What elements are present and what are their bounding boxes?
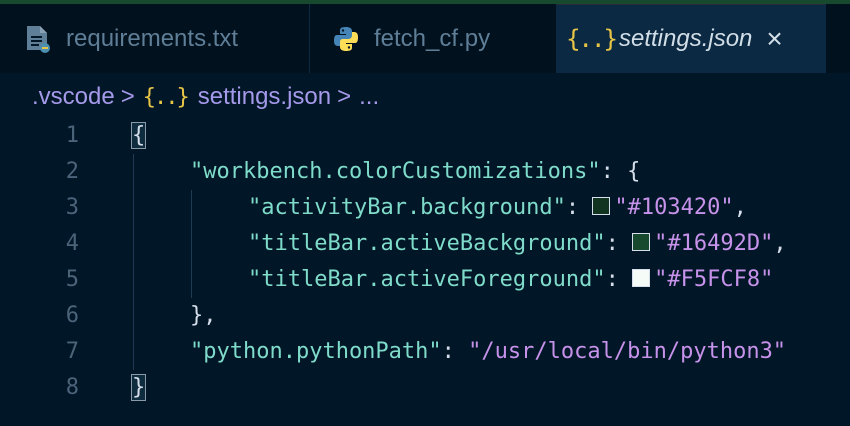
code-line: 5 "titleBar.activeForeground": "#F5FCF8": [0, 262, 850, 298]
line-number: 1: [65, 123, 79, 148]
json-punct: :: [605, 231, 633, 256]
breadcrumb-more[interactable]: ...: [359, 83, 379, 111]
breadcrumb-file[interactable]: settings.json: [198, 83, 331, 111]
line-number: 2: [65, 159, 79, 184]
json-punct: :: [565, 195, 593, 220]
code-line: 1 {: [0, 118, 850, 154]
json-key: "activityBar.background": [248, 195, 566, 220]
text-file-icon: [24, 24, 52, 54]
breadcrumb-folder[interactable]: .vscode: [32, 83, 115, 111]
json-key: "workbench.colorCustomizations": [190, 159, 601, 184]
line-number: 8: [65, 375, 79, 400]
tab-settings-json[interactable]: {..} settings.json ×: [557, 4, 826, 73]
open-brace: {: [130, 122, 147, 149]
close-icon[interactable]: ×: [766, 25, 782, 53]
tab-requirements-txt[interactable]: requirements.txt: [0, 4, 310, 73]
json-punct: },: [190, 303, 217, 328]
chevron-right-icon: >: [120, 83, 135, 110]
code-line: 7 "python.pythonPath": "/usr/local/bin/p…: [0, 334, 850, 370]
breadcrumb: .vscode > {..} settings.json > ...: [0, 73, 850, 121]
tab-fetch-cf-py[interactable]: fetch_cf.py: [310, 4, 557, 73]
code-line: 8 }: [0, 370, 850, 406]
json-key: "python.pythonPath": [190, 339, 442, 364]
chevron-right-icon: >: [337, 83, 352, 110]
json-punct: ,: [733, 195, 747, 220]
line-number: 5: [65, 267, 79, 292]
json-punct: :: [441, 339, 469, 364]
json-string: "#F5FCF8": [654, 267, 774, 292]
tab-bar: requirements.txt fetch_cf.py {..} settin…: [0, 4, 850, 73]
json-key: "titleBar.activeBackground": [248, 231, 606, 256]
json-brace-icon: {..}: [142, 84, 190, 110]
json-string: "#103420": [614, 195, 734, 220]
code-line: 4 "titleBar.activeBackground": "#16492D"…: [0, 226, 850, 262]
json-key: "titleBar.activeForeground": [248, 267, 606, 292]
line-number: 3: [65, 195, 79, 220]
color-swatch[interactable]: [632, 269, 651, 287]
json-punct: : {: [600, 159, 641, 184]
tab-label: fetch_cf.py: [374, 24, 491, 52]
code-line: 3 "activityBar.background": "#103420",: [0, 190, 850, 226]
close-brace: }: [130, 374, 147, 401]
tab-label: requirements.txt: [66, 24, 239, 52]
color-swatch[interactable]: [632, 233, 651, 251]
code-line: 6 },: [0, 298, 850, 334]
code-editor[interactable]: 1 { 2 "workbench.colorCustomizations": {…: [0, 118, 850, 426]
json-punct: ,: [773, 231, 787, 256]
json-string: "#16492D": [654, 231, 774, 256]
color-swatch[interactable]: [592, 197, 611, 215]
tab-label: settings.json: [619, 25, 753, 52]
line-number: 6: [65, 303, 79, 328]
json-brace-icon: {..}: [566, 25, 618, 53]
json-punct: :: [605, 267, 633, 292]
line-number: 4: [65, 231, 79, 256]
python-icon: [332, 24, 360, 54]
line-number: 7: [65, 339, 79, 364]
json-string: "/usr/local/bin/python3": [468, 339, 787, 364]
code-line: 2 "workbench.colorCustomizations": {: [0, 154, 850, 190]
